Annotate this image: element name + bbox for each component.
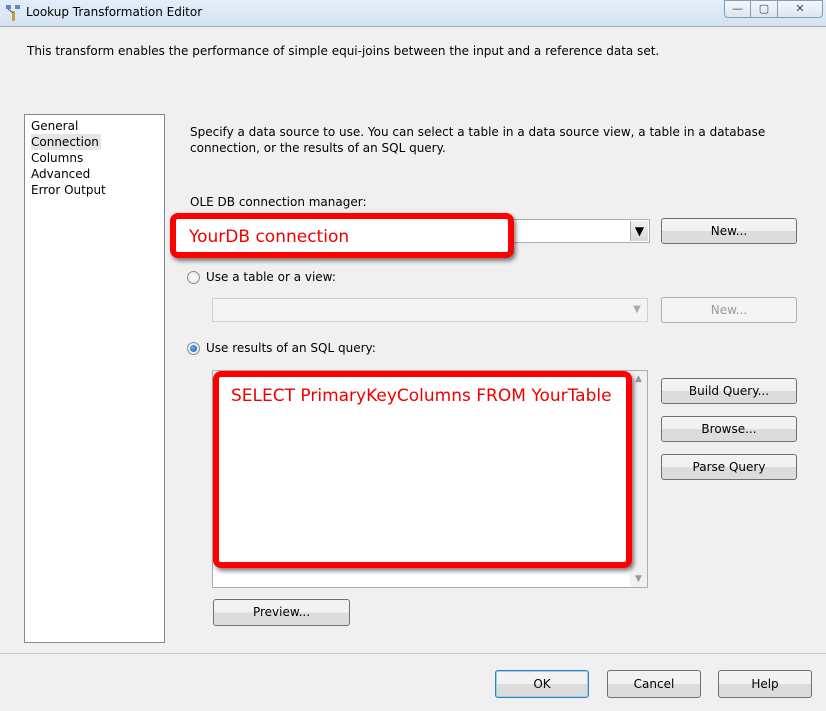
nav-item-advanced[interactable]: Advanced (31, 166, 164, 182)
use-table-label: Use a table or a view: (206, 270, 336, 284)
table-select[interactable]: ▼ (212, 298, 648, 322)
nav-item-general[interactable]: General (31, 118, 164, 134)
nav-item-columns[interactable]: Columns (31, 150, 164, 166)
maximize-button[interactable]: ▢ (750, 0, 778, 18)
new-connection-button[interactable]: New... (661, 218, 797, 244)
build-query-button[interactable]: Build Query... (661, 378, 797, 404)
nav-item-connection[interactable]: Connection (31, 134, 101, 150)
nav-item-error-output[interactable]: Error Output (31, 182, 164, 198)
maximize-icon: ▢ (758, 2, 770, 15)
dropdown-arrow-icon: ▼ (628, 300, 646, 320)
title-bar: Lookup Transformation Editor — ▢ ✕ (0, 0, 826, 26)
connection-callout: YourDB connection (170, 213, 514, 258)
close-button[interactable]: ✕ (777, 0, 823, 18)
ok-button[interactable]: OK (495, 670, 589, 698)
close-icon: ✕ (795, 2, 805, 15)
use-query-label: Use results of an SQL query: (206, 341, 376, 355)
cancel-button[interactable]: Cancel (607, 670, 701, 698)
use-table-radio[interactable] (187, 271, 200, 284)
preview-button[interactable]: Preview... (213, 599, 350, 626)
page-list[interactable]: General Connection Columns Advanced Erro… (24, 114, 165, 643)
query-callout: SELECT PrimaryKeyColumns FROM YourTable (213, 371, 632, 568)
help-button[interactable]: Help (718, 670, 812, 698)
window-title: Lookup Transformation Editor (26, 5, 203, 19)
connection-intro: Specify a data source to use. You can se… (190, 125, 766, 155)
new-table-button: New... (661, 297, 797, 323)
scrollbar[interactable]: ▲ ▼ (630, 371, 647, 587)
parse-query-button[interactable]: Parse Query (661, 454, 797, 480)
description: This transform enables the performance o… (27, 44, 660, 58)
minimize-button[interactable]: — (724, 0, 751, 18)
app-icon (6, 5, 20, 21)
dropdown-arrow-icon[interactable]: ▼ (630, 221, 648, 241)
browse-button[interactable]: Browse... (661, 416, 797, 442)
oledb-label: OLE DB connection manager: (190, 195, 367, 209)
footer-divider (0, 653, 826, 654)
use-query-radio[interactable] (187, 342, 200, 355)
minimize-icon: — (732, 2, 743, 15)
